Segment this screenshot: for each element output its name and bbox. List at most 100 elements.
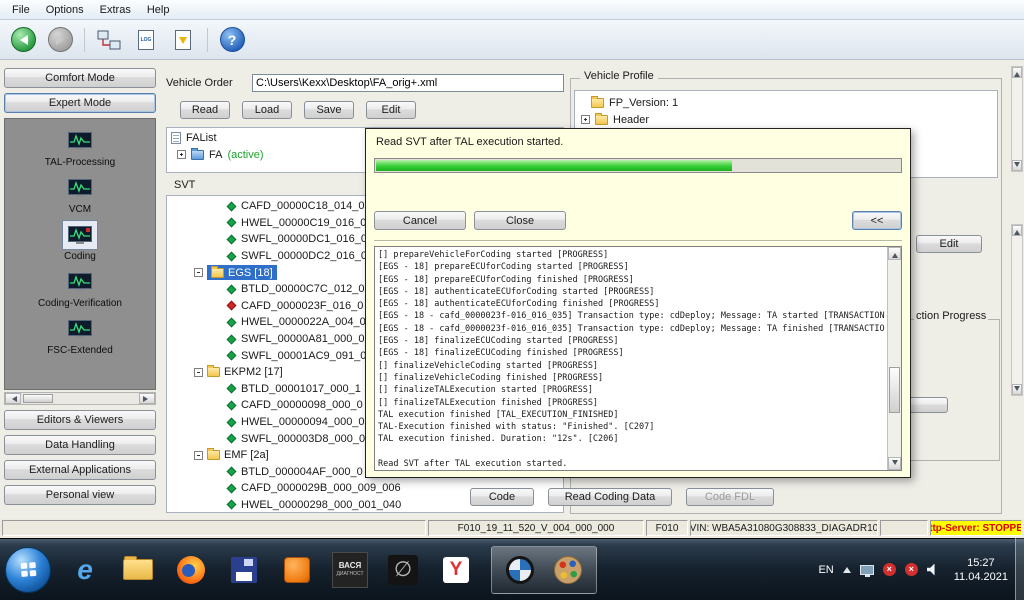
personal-view-button[interactable]: Personal view bbox=[4, 485, 156, 505]
collapse-icon[interactable] bbox=[194, 268, 203, 278]
scroll-up-icon[interactable] bbox=[1012, 225, 1022, 236]
save-button[interactable]: Save bbox=[304, 101, 354, 119]
forward-button[interactable] bbox=[45, 25, 75, 55]
scroll-down-icon[interactable] bbox=[1012, 384, 1022, 395]
external-applications-button[interactable]: External Applications bbox=[4, 460, 156, 480]
internet-explorer-icon[interactable]: e bbox=[67, 549, 103, 591]
fp-version-row[interactable]: FP_Version: 1 bbox=[581, 95, 997, 112]
firefox-icon[interactable] bbox=[173, 549, 209, 591]
swfl-icon bbox=[226, 334, 237, 344]
expert-mode-button[interactable]: Expert Mode bbox=[4, 93, 156, 113]
expand-icon[interactable] bbox=[581, 115, 590, 125]
menu-item-extras[interactable]: Extras bbox=[92, 2, 139, 18]
data-handling-button[interactable]: Data Handling bbox=[4, 435, 156, 455]
connection-icon bbox=[97, 30, 121, 49]
dialog-title: Read SVT after TAL execution started. bbox=[376, 136, 564, 148]
scroll-down-icon[interactable] bbox=[888, 457, 901, 470]
read-coding-data-button[interactable]: Read Coding Data bbox=[548, 488, 672, 506]
profile-edit-button[interactable]: Edit bbox=[916, 235, 982, 253]
network-monitor-icon[interactable] bbox=[859, 564, 874, 577]
log-line: [EGS - 18] prepareECUforCoding finished … bbox=[378, 274, 634, 285]
expand-icon[interactable] bbox=[177, 150, 186, 160]
scroll-left-icon[interactable] bbox=[5, 393, 21, 404]
swfl-icon bbox=[226, 350, 237, 361]
back-button[interactable] bbox=[8, 25, 38, 55]
windows-logo-icon bbox=[20, 562, 36, 577]
error-badge-icon[interactable]: × bbox=[904, 563, 918, 576]
vertical-scrollbar[interactable] bbox=[1011, 66, 1023, 172]
sidebar-bottom-buttons: Editors & Viewers Data Handling External… bbox=[4, 410, 156, 505]
mode-panel: TAL-Processing VCM Coding Coding-Verific… bbox=[4, 118, 156, 390]
volume-icon[interactable] bbox=[926, 563, 935, 576]
load-button[interactable]: Load bbox=[242, 101, 292, 119]
log-button[interactable]: LOG bbox=[131, 25, 161, 55]
header-row[interactable]: Header bbox=[581, 112, 997, 129]
progress-fill bbox=[376, 160, 733, 171]
active-app-group bbox=[491, 545, 597, 594]
status-blank bbox=[880, 520, 928, 536]
scrollbar-thumb[interactable] bbox=[23, 394, 53, 403]
start-button[interactable] bbox=[5, 546, 51, 593]
vertical-scrollbar[interactable] bbox=[1011, 224, 1023, 396]
explorer-folder-icon[interactable] bbox=[120, 549, 156, 591]
sidebar-item-coding-verification[interactable]: Coding-Verification bbox=[5, 267, 155, 309]
editors-viewers-button[interactable]: Editors & Viewers bbox=[4, 410, 156, 430]
menu-item-help[interactable]: Help bbox=[139, 2, 178, 18]
log-line: TAL-Execution finished with status: "Fin… bbox=[378, 422, 655, 433]
error-badge-icon[interactable]: × bbox=[882, 563, 896, 576]
connection-button[interactable] bbox=[94, 25, 124, 55]
show-desktop-button[interactable] bbox=[1015, 538, 1024, 600]
scrollbar-thumb[interactable] bbox=[889, 367, 900, 414]
system-tray: EN × × 15:27 11.04.2021 bbox=[818, 556, 1024, 584]
collapse-details-button[interactable]: << bbox=[852, 211, 902, 230]
clock[interactable]: 15:27 11.04.2021 bbox=[954, 556, 1008, 584]
hidden-icons-icon[interactable] bbox=[842, 563, 851, 573]
close-button[interactable]: Close bbox=[474, 211, 566, 230]
read-button[interactable]: Read bbox=[180, 101, 230, 119]
collapse-icon[interactable] bbox=[194, 450, 203, 460]
status-blank bbox=[2, 520, 426, 536]
status-vin: VIN: WBA5A31080G308833_DIAGADR10 bbox=[690, 520, 878, 536]
log-line: [] prepareVehicleForCoding started [PROG… bbox=[378, 250, 609, 260]
vehicle-order-path-input[interactable] bbox=[252, 74, 564, 92]
sidebar-item-fsc-extended[interactable]: FSC-Extended bbox=[5, 314, 155, 356]
menu-item-file[interactable]: File bbox=[4, 2, 38, 18]
collapse-icon[interactable] bbox=[194, 367, 203, 377]
mode-panel-scrollbar[interactable] bbox=[4, 392, 156, 405]
orange-app-icon[interactable] bbox=[279, 549, 315, 591]
sidebar-item-vcm[interactable]: VCM bbox=[5, 173, 155, 215]
cafd-icon bbox=[226, 400, 237, 411]
sidebar: Comfort Mode Expert Mode TAL-Processing … bbox=[4, 68, 156, 505]
log-scrollbar[interactable] bbox=[887, 247, 901, 470]
sidebar-item-tal-processing[interactable]: TAL-Processing bbox=[5, 126, 155, 168]
vasya-diagnost-icon[interactable]: ВАСЯ ДИАГНОСТ bbox=[332, 549, 368, 591]
code-fdl-button[interactable]: Code FDL bbox=[686, 488, 774, 506]
log-line: TAL execution finished. Duration: "12s".… bbox=[378, 434, 619, 445]
save-floppy-icon[interactable] bbox=[226, 549, 262, 591]
windows-taskbar: e ВАСЯ ДИАГНОСТ ∅ Y EN × × 15:27 11.04.2… bbox=[0, 538, 1024, 600]
help-button[interactable]: ? bbox=[217, 25, 247, 55]
btld-icon bbox=[226, 284, 237, 295]
export-button[interactable] bbox=[168, 25, 198, 55]
code-button[interactable]: Code bbox=[470, 488, 534, 506]
y-launcher-icon[interactable]: Y bbox=[438, 549, 474, 591]
comfort-mode-button[interactable]: Comfort Mode bbox=[4, 68, 156, 88]
scroll-down-icon[interactable] bbox=[1012, 160, 1022, 171]
scroll-up-icon[interactable] bbox=[1012, 67, 1022, 78]
scroll-up-icon[interactable] bbox=[888, 247, 901, 260]
sidebar-item-coding[interactable]: Coding bbox=[5, 220, 155, 262]
log-document-icon: LOG bbox=[138, 29, 154, 50]
back-icon bbox=[10, 27, 36, 52]
palette-app-icon[interactable] bbox=[550, 549, 586, 591]
bmw-roundel-icon[interactable] bbox=[502, 549, 538, 591]
language-indicator[interactable]: EN bbox=[818, 564, 833, 576]
log-line: [] finalizeVehicleCoding started [PROGRE… bbox=[378, 360, 599, 371]
cancel-button[interactable]: Cancel bbox=[374, 211, 466, 230]
menu-item-options[interactable]: Options bbox=[38, 2, 92, 18]
null-set-app-icon[interactable]: ∅ bbox=[385, 549, 421, 591]
scroll-right-icon[interactable] bbox=[139, 393, 155, 404]
edit-fa-button[interactable]: Edit bbox=[366, 101, 416, 119]
log-line: [EGS - 18] finalizeECUCoding finished [P… bbox=[378, 348, 624, 359]
hwel-icon bbox=[226, 417, 237, 427]
toolbar: LOG ? bbox=[0, 20, 1024, 60]
